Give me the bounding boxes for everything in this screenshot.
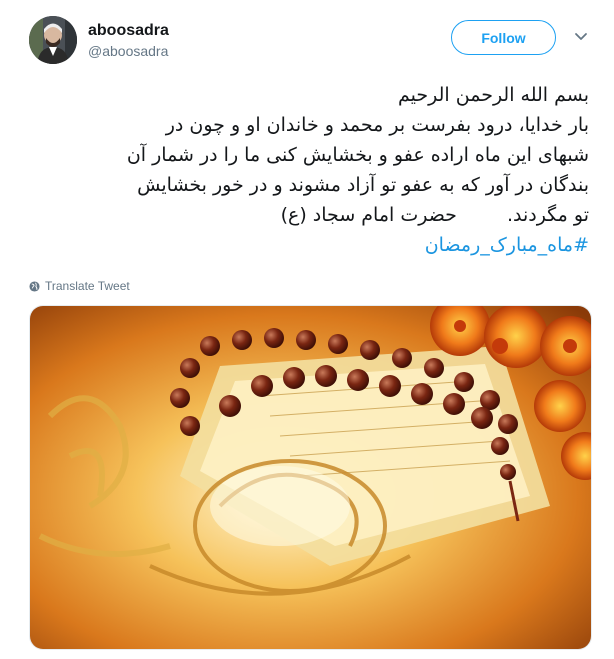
hashtag-link[interactable]: #ماه_مبارک_رمضان bbox=[29, 230, 589, 260]
follow-button[interactable]: Follow bbox=[451, 20, 556, 55]
avatar[interactable] bbox=[29, 16, 77, 64]
tweet-line: شبهای این ماه اراده عفو و بخشایش کنی ما … bbox=[126, 144, 589, 166]
tweet-image[interactable] bbox=[29, 305, 592, 650]
tweet-line-start: تو مگردند. bbox=[506, 204, 589, 226]
display-name[interactable]: aboosadra bbox=[88, 21, 169, 40]
user-info: aboosadra @aboosadra bbox=[88, 21, 169, 60]
user-handle[interactable]: @aboosadra bbox=[88, 42, 169, 60]
translate-label: Translate Tweet bbox=[45, 279, 130, 293]
tweet-line: بسم الله الرحمن الرحیم bbox=[398, 84, 589, 106]
tweet-attribution: حضرت امام سجاد (ع) bbox=[280, 204, 457, 226]
tweet-text: بسم الله الرحمن الرحیم بار خدایا، درود ب… bbox=[29, 80, 589, 260]
globe-icon bbox=[29, 280, 40, 292]
tweet-header: aboosadra @aboosadra Follow bbox=[0, 0, 614, 70]
tweet-line: بندگان در آور که به عفو تو آزاد مشوند و … bbox=[137, 174, 589, 196]
tweet-line: تو مگردند. حضرت امام سجاد (ع) bbox=[29, 200, 589, 230]
tweet-line: بار خدایا، درود بفرست بر محمد و خاندان ا… bbox=[165, 114, 589, 136]
chevron-down-icon[interactable] bbox=[574, 30, 588, 44]
translate-tweet-link[interactable]: Translate Tweet bbox=[29, 279, 130, 293]
